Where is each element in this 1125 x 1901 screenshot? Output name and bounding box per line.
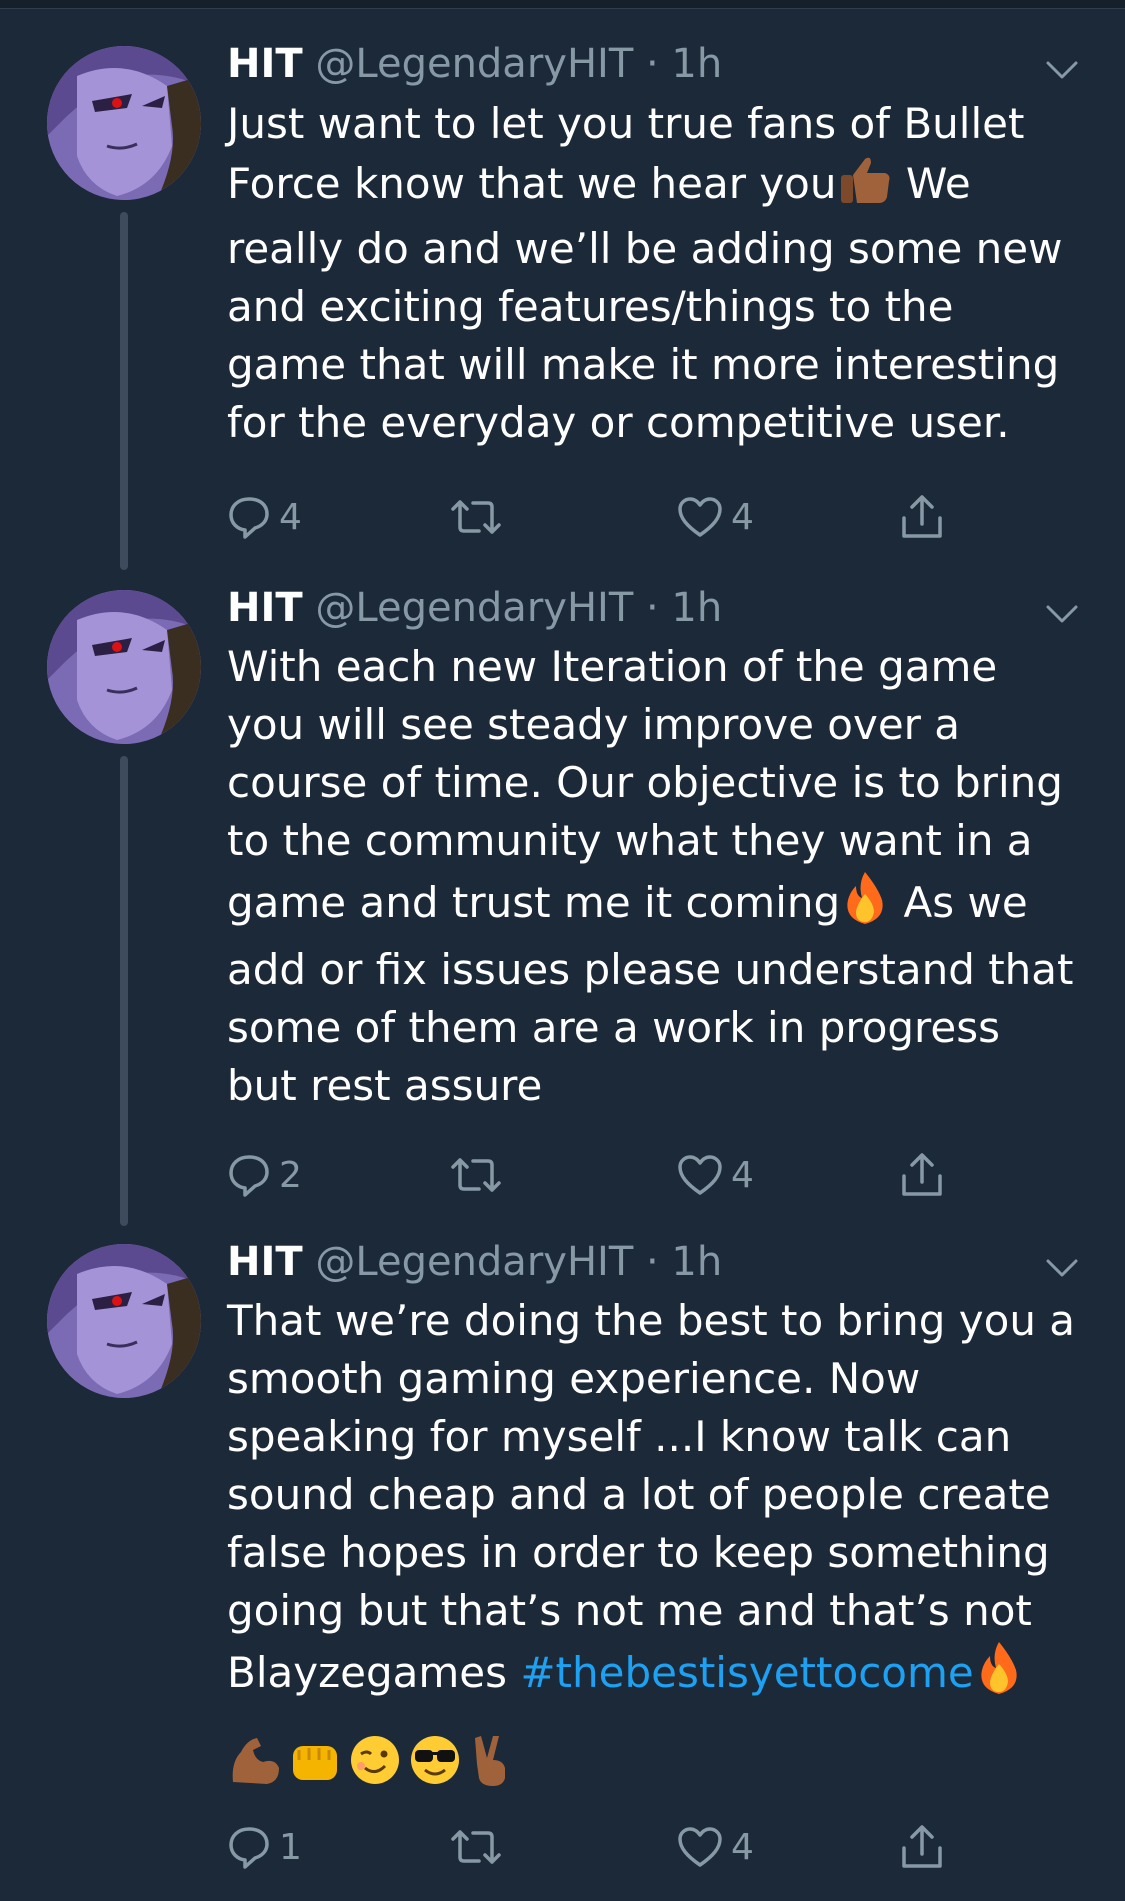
chevron-down-icon[interactable] bbox=[1045, 602, 1079, 626]
hashtag-link[interactable]: #thebestisyettocome bbox=[520, 1648, 973, 1697]
retweet-icon bbox=[451, 1830, 501, 1864]
reply-icon bbox=[229, 1155, 269, 1197]
fire-emoji-icon bbox=[840, 870, 890, 941]
tweet-actions: 4 4 bbox=[227, 492, 1007, 542]
username[interactable]: @LegendaryHIT bbox=[315, 41, 633, 87]
reply-icon bbox=[229, 1827, 269, 1869]
reply-button[interactable]: 4 bbox=[227, 492, 302, 542]
tweet-text: That we’re doing the best to bring you a… bbox=[227, 1292, 1087, 1711]
thumbs-up-emoji-icon bbox=[837, 153, 893, 220]
avatar[interactable] bbox=[47, 1244, 201, 1398]
retweet-button[interactable] bbox=[449, 1150, 503, 1200]
reply-icon bbox=[229, 497, 269, 539]
like-button[interactable]: 4 bbox=[677, 1822, 754, 1872]
heart-icon bbox=[678, 1827, 722, 1867]
share-button[interactable] bbox=[899, 492, 945, 542]
heart-icon bbox=[678, 497, 722, 537]
emoji-row bbox=[227, 1730, 517, 1790]
tweet-header: HIT @LegendaryHIT · 1h bbox=[227, 40, 722, 88]
sunglasses-face-emoji-icon bbox=[411, 1736, 459, 1784]
avatar[interactable] bbox=[47, 46, 201, 200]
fist-emoji-icon bbox=[293, 1746, 337, 1780]
separator-dot: · bbox=[645, 41, 659, 87]
reply-count: 4 bbox=[279, 496, 302, 538]
chevron-down-icon[interactable] bbox=[1045, 1256, 1079, 1280]
tweet-text: Just want to let you true fans of Bullet… bbox=[227, 99, 1063, 447]
reply-button[interactable]: 2 bbox=[227, 1150, 302, 1200]
timestamp[interactable]: 1h bbox=[671, 41, 722, 87]
share-icon bbox=[902, 1825, 942, 1868]
retweet-button[interactable] bbox=[449, 1822, 503, 1872]
retweet-icon bbox=[451, 1158, 501, 1192]
reply-count: 2 bbox=[279, 1154, 302, 1196]
separator-dot: · bbox=[645, 585, 659, 631]
retweet-icon bbox=[451, 500, 501, 534]
separator-dot: · bbox=[645, 1239, 659, 1285]
flexed-biceps-emoji-icon bbox=[232, 1738, 279, 1784]
username[interactable]: @LegendaryHIT bbox=[315, 1239, 633, 1285]
like-button[interactable]: 4 bbox=[677, 1150, 754, 1200]
like-count: 4 bbox=[731, 1826, 754, 1868]
heart-icon bbox=[678, 1155, 722, 1195]
display-name[interactable]: HIT bbox=[227, 41, 303, 87]
display-name[interactable]: HIT bbox=[227, 585, 303, 631]
tweet-header: HIT @LegendaryHIT · 1h bbox=[227, 584, 722, 632]
display-name[interactable]: HIT bbox=[227, 1239, 303, 1285]
share-icon bbox=[902, 495, 942, 538]
tweet-actions: 2 4 bbox=[227, 1150, 1007, 1200]
thread-line bbox=[120, 212, 128, 570]
reply-count: 1 bbox=[279, 1826, 302, 1868]
winking-face-emoji-icon bbox=[351, 1736, 399, 1784]
victory-hand-emoji-icon bbox=[475, 1736, 505, 1786]
username[interactable]: @LegendaryHIT bbox=[315, 585, 633, 631]
share-icon bbox=[902, 1153, 942, 1196]
thread-line bbox=[120, 756, 128, 1226]
timestamp[interactable]: 1h bbox=[671, 1239, 722, 1285]
tweet-header: HIT @LegendaryHIT · 1h bbox=[227, 1238, 722, 1286]
share-button[interactable] bbox=[899, 1822, 945, 1872]
share-button[interactable] bbox=[899, 1150, 945, 1200]
top-divider bbox=[0, 0, 1125, 9]
reply-button[interactable]: 1 bbox=[227, 1822, 302, 1872]
tweet-text: With each new Iteration of the game you … bbox=[227, 642, 1074, 1110]
fire-emoji-icon bbox=[974, 1640, 1024, 1711]
like-button[interactable]: 4 bbox=[677, 492, 754, 542]
like-count: 4 bbox=[731, 1154, 754, 1196]
retweet-button[interactable] bbox=[449, 492, 503, 542]
tweet-actions: 1 4 bbox=[227, 1822, 1007, 1872]
like-count: 4 bbox=[731, 496, 754, 538]
avatar[interactable] bbox=[47, 590, 201, 744]
chevron-down-icon[interactable] bbox=[1045, 58, 1079, 82]
timestamp[interactable]: 1h bbox=[671, 585, 722, 631]
